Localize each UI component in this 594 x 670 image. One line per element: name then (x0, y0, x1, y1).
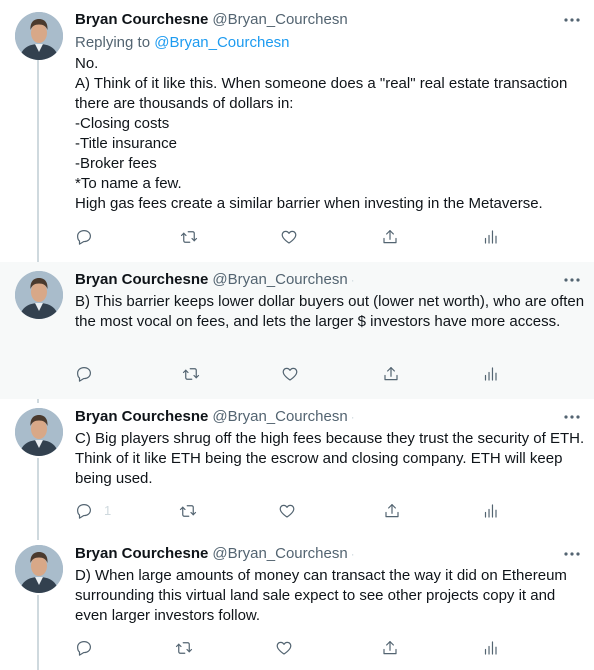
analytics-button[interactable] (480, 227, 500, 247)
tweet[interactable]: Bryan Courchesne @Bryan_Courchesn · D) Whe… (0, 536, 594, 670)
analytics-button[interactable] (480, 501, 500, 521)
like-button[interactable] (280, 364, 300, 384)
share-icon (384, 367, 398, 381)
tweet-text: B) This barrier keeps lower dollar buyer… (75, 292, 585, 332)
separator-dot: · (350, 273, 355, 287)
retweet-icon (182, 368, 200, 380)
tweet[interactable]: Bryan Courchesne @Bryan_Courchesn Replyin… (0, 0, 594, 262)
tweet-line: -Broker fees (75, 155, 157, 172)
like-icon (279, 504, 295, 518)
like-icon (281, 230, 297, 244)
author-name[interactable]: Bryan Courchesne (75, 408, 208, 425)
more-icon (564, 278, 580, 282)
tweet-text: D) When large amounts of money can trans… (75, 566, 585, 626)
tweet-line: High gas fees create a similar barrier w… (75, 195, 543, 212)
tweet-header: Bryan Courchesne @Bryan_Courchesn · (75, 544, 355, 564)
author-handle[interactable]: @Bryan_Courchesn (212, 271, 347, 288)
retweet-button[interactable] (174, 638, 194, 658)
avatar[interactable] (15, 545, 63, 593)
tweet[interactable]: Bryan Courchesne @Bryan_Courchesn · B) Thi… (0, 262, 594, 399)
tweet-line: A) Think of it like this. When someone d… (75, 75, 568, 112)
author-handle[interactable]: @Bryan_Courchesn (212, 545, 347, 562)
more-icon (564, 552, 580, 556)
retweet-button[interactable] (181, 364, 201, 384)
like-icon (276, 641, 292, 655)
share-button[interactable] (380, 638, 400, 658)
reply-button[interactable] (74, 501, 94, 521)
tweet-line: D) When large amounts of money can trans… (75, 567, 567, 624)
like-button[interactable] (277, 501, 297, 521)
author-handle[interactable]: @Bryan_Courchesn (212, 11, 347, 28)
retweet-button[interactable] (178, 501, 198, 521)
analytics-icon (484, 230, 497, 244)
avatar[interactable] (15, 271, 63, 319)
share-button[interactable] (381, 364, 401, 384)
tweet-line: B) This barrier keeps lower dollar buyer… (75, 293, 585, 330)
share-button[interactable] (382, 501, 402, 521)
reply-icon (77, 230, 91, 245)
reply-button[interactable] (74, 638, 94, 658)
retweet-icon (175, 642, 193, 654)
analytics-icon (484, 504, 497, 518)
more-options-button[interactable] (562, 270, 582, 290)
separator-dot: · (350, 410, 355, 424)
analytics-icon (484, 641, 497, 655)
analytics-icon (484, 367, 497, 381)
tweet-header: Bryan Courchesne @Bryan_Courchesn · (75, 407, 355, 427)
reply-count: 1 (104, 503, 112, 518)
analytics-button[interactable] (480, 638, 500, 658)
reply-icon (77, 504, 91, 519)
avatar[interactable] (15, 408, 63, 456)
retweet-icon (180, 231, 198, 243)
retweet-button[interactable] (179, 227, 199, 247)
more-icon (564, 415, 580, 419)
more-icon (564, 18, 580, 22)
reply-icon (77, 367, 91, 382)
tweet-line: C) Big players shrug off the high fees b… (75, 430, 585, 487)
reply-button[interactable] (74, 227, 94, 247)
share-button[interactable] (380, 227, 400, 247)
replying-to: Replying to @Bryan_Courchesn (75, 33, 290, 53)
tweet-header: Bryan Courchesne @Bryan_Courchesn (75, 10, 348, 30)
share-icon (385, 504, 399, 518)
tweet-line: No. (75, 55, 99, 72)
replying-prefix: Replying to (75, 34, 151, 51)
more-options-button[interactable] (562, 407, 582, 427)
tweet[interactable]: Bryan Courchesne @Bryan_Courchesn · C) Big… (0, 399, 594, 536)
avatar[interactable] (15, 12, 63, 60)
retweet-icon (179, 505, 197, 517)
tweet-header: Bryan Courchesne @Bryan_Courchesn · (75, 270, 355, 290)
tweet-line: -Closing costs (75, 115, 170, 132)
like-button[interactable] (279, 227, 299, 247)
author-name[interactable]: Bryan Courchesne (75, 11, 208, 28)
tweet-text: No. A) Think of it like this. When someo… (75, 54, 585, 214)
author-name[interactable]: Bryan Courchesne (75, 545, 208, 562)
like-icon (282, 367, 298, 381)
reply-icon (77, 641, 91, 656)
author-name[interactable]: Bryan Courchesne (75, 271, 208, 288)
share-icon (383, 641, 397, 655)
author-handle[interactable]: @Bryan_Courchesn (212, 408, 347, 425)
tweet-text: C) Big players shrug off the high fees b… (75, 429, 585, 489)
share-icon (383, 230, 397, 244)
separator-dot: · (350, 547, 355, 561)
analytics-button[interactable] (480, 364, 500, 384)
replying-mention[interactable]: @Bryan_Courchesn (154, 34, 289, 51)
reply-button[interactable] (74, 364, 94, 384)
more-options-button[interactable] (562, 544, 582, 564)
more-options-button[interactable] (562, 10, 582, 30)
tweet-line: *To name a few. (75, 175, 182, 192)
tweet-line: -Title insurance (75, 135, 177, 152)
like-button[interactable] (274, 638, 294, 658)
